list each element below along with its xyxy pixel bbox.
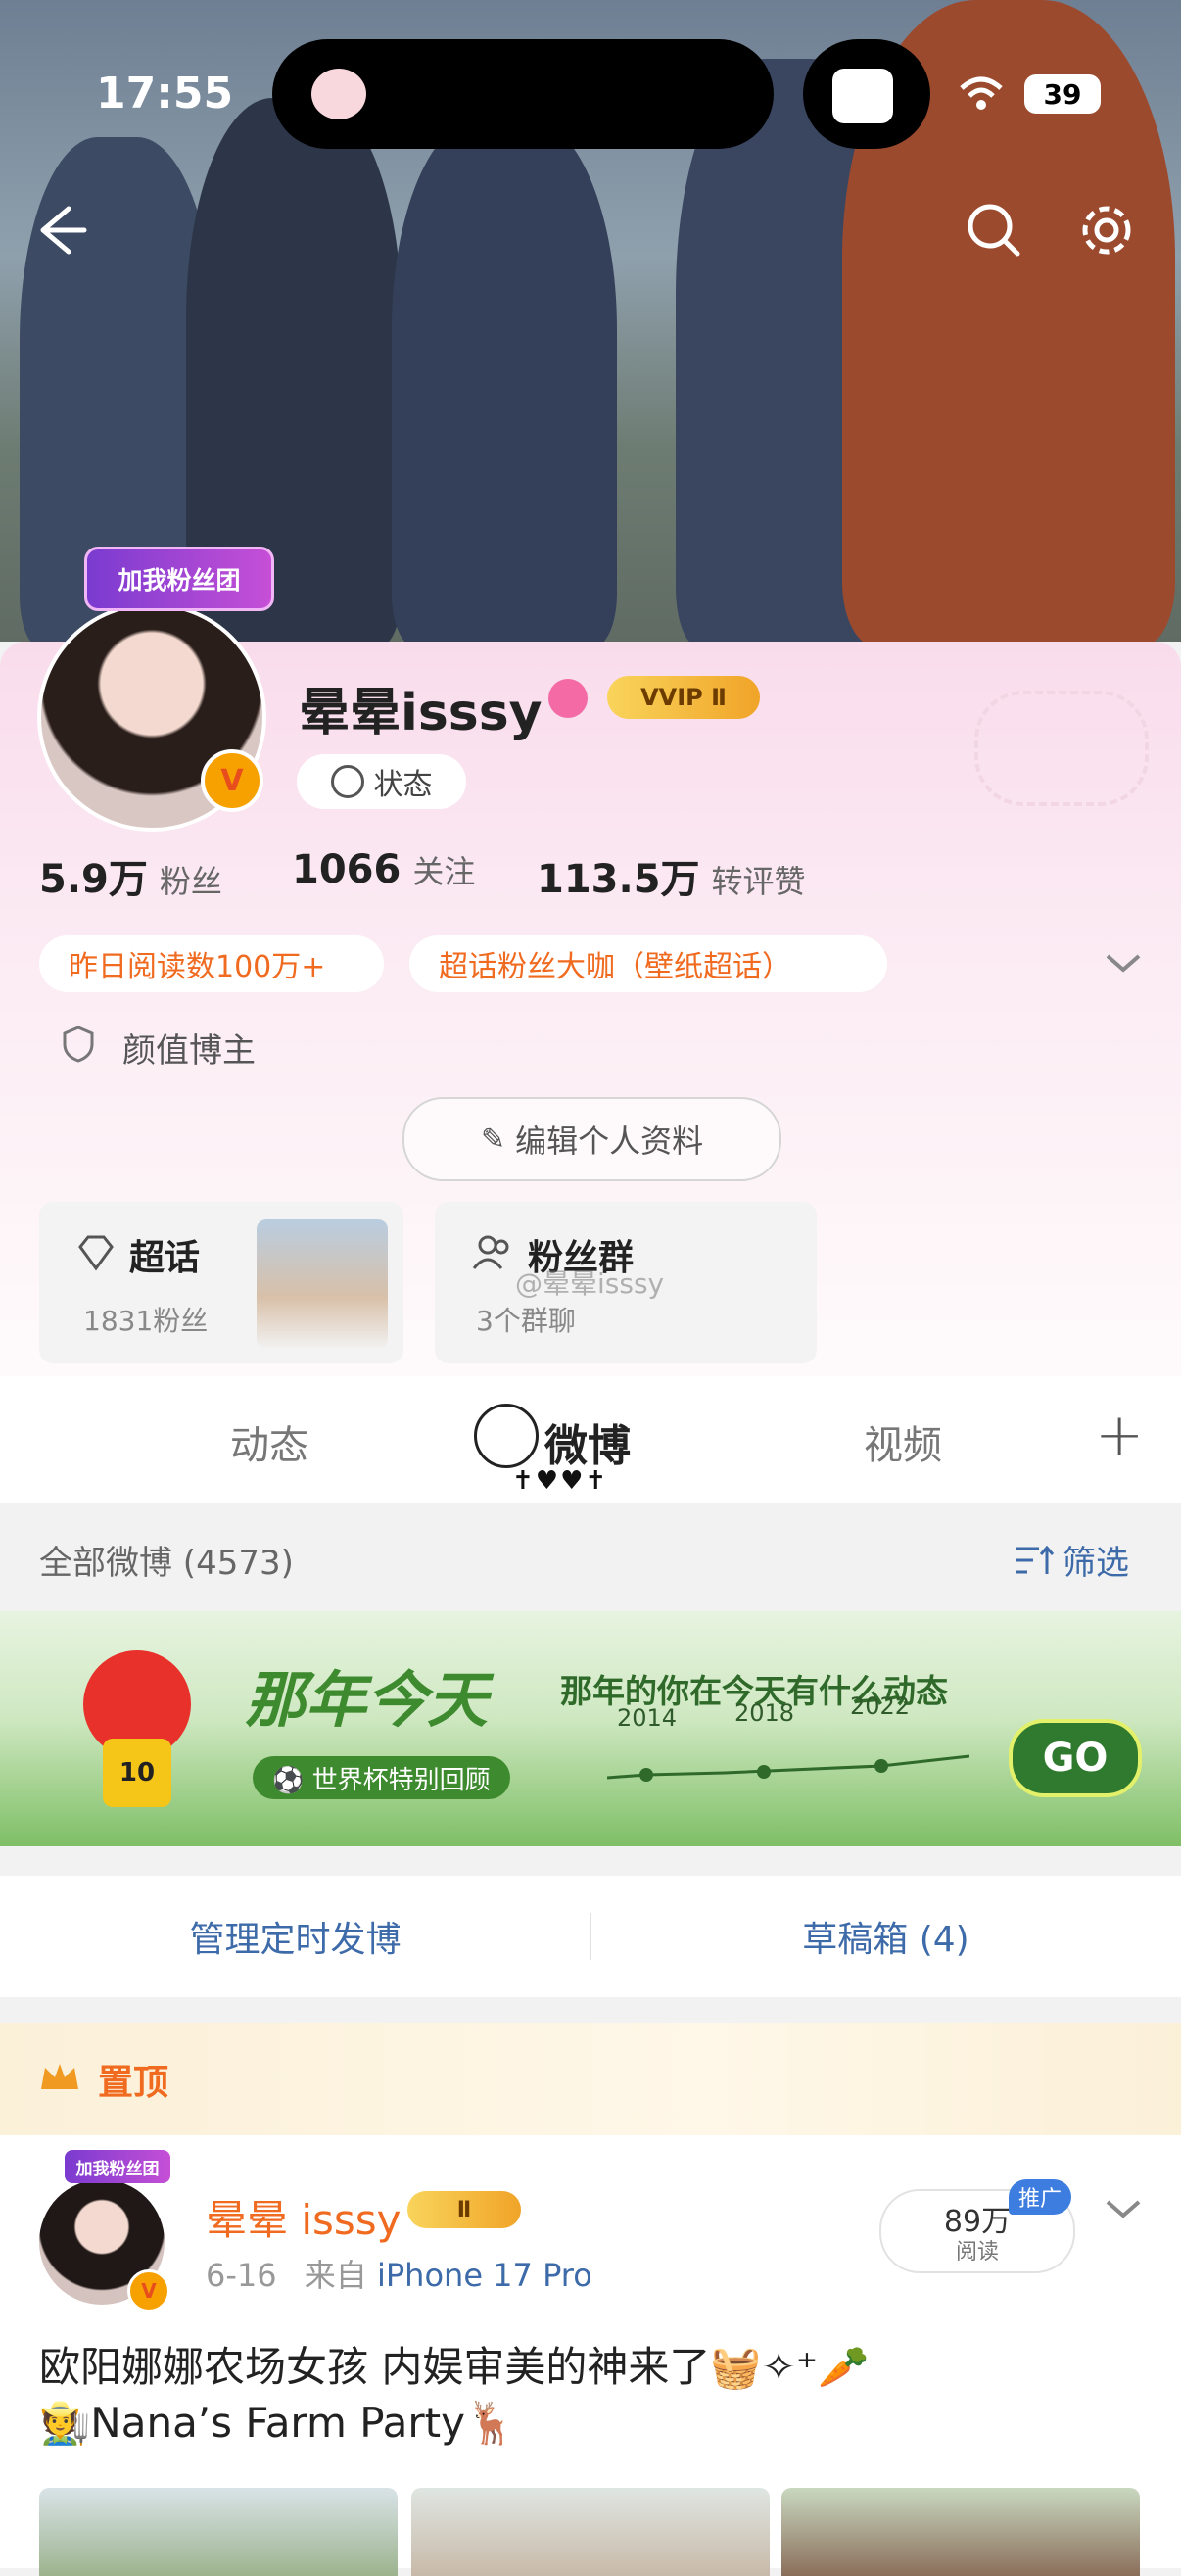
add-tab-icon[interactable]: + [1095,1401,1144,1469]
crown-icon [39,2060,80,2095]
post-image[interactable] [781,2488,1140,2576]
pinned-label: 置顶 [98,2063,169,2103]
smiley-icon [330,765,364,798]
filter-button[interactable]: 筛选 [1063,1536,1129,1584]
wifi-icon [958,76,1005,112]
figure [392,118,617,642]
status-label: 状态 [373,768,433,802]
battery-indicator: 39 [1024,74,1101,114]
read-count-label: 阅读 [955,2240,999,2265]
on-this-day-banner[interactable]: 10 那年今天 那年的你在今天有什么动态 ⚽ 世界杯特别回顾 2014 2018… [0,1611,1181,1846]
post-image[interactable] [39,2488,398,2576]
tab-weibo-label: 微博 [544,1421,631,1471]
list-header: 全部微博 (4573) 筛选 [0,1503,1181,1611]
post-date: 6-16 [206,2257,277,2294]
post-fan-tag: 加我粉丝团 [65,2150,170,2183]
diamond-icon [76,1233,116,1272]
mascot-jersey: 10 [103,1739,171,1807]
edit-profile-button[interactable]: ✎ 编辑个人资料 [402,1097,781,1181]
status-time: 17:55 [96,69,234,119]
username: 晕晕isssy [299,684,543,742]
tab-decoration: ✝♥♥✝ [512,1466,609,1496]
supertopic-thumbnail [257,1219,388,1349]
go-button[interactable]: GO [1009,1719,1142,1797]
fan-group-card[interactable]: 粉丝群 3个群聊 @晕晕isssy [435,1202,817,1363]
fan-group-tag[interactable]: 加我粉丝团 [84,547,274,611]
tab-bar: 动态 微博 ✝♥♥✝ 视频 + [0,1376,1181,1503]
post-vip-badge: Ⅱ [407,2191,521,2228]
tag-reads[interactable]: 昨日阅读数100万+ [39,935,384,992]
stat-value: 1066 [292,847,402,892]
year-2018: 2018 [734,1699,795,1727]
bear-sticker-icon [474,1404,539,1468]
filter-icon[interactable] [1014,1543,1055,1578]
fanclub-icon[interactable] [548,679,588,718]
fan-group-sub: 3个群聊 [476,1305,576,1337]
tab-feed[interactable]: 动态 [230,1413,308,1470]
chevron-down-icon[interactable] [1102,948,1145,978]
stat-value: 5.9万 [39,857,148,902]
stat-following[interactable]: 1066 关注 [292,847,475,892]
pinned-bar: 置顶 [0,2023,1181,2135]
post-text-line2: 🧑‍🌾Nana’s Farm Party🦌 [39,2399,517,2447]
search-icon[interactable] [965,201,1023,260]
post-menu-chevron-icon[interactable] [1102,2194,1145,2223]
year-2022: 2022 [850,1693,911,1720]
group-icon [472,1233,515,1272]
vip-badge[interactable]: VVIP Ⅱ [607,676,760,719]
supertopic-card[interactable]: 超话 1831粉丝 [39,1202,403,1363]
supertopic-sub: 1831粉丝 [83,1305,209,1337]
tab-weibo[interactable]: 微博 [544,1410,631,1473]
stat-engagement[interactable]: 113.5万 转评赞 [537,847,806,904]
post-source[interactable]: iPhone 17 Pro [377,2257,592,2294]
timeline [606,1729,970,1788]
post-text-line1: 欧阳娜娜农场女孩 内娱审美的神来了🧺✧⁺🥕 [39,2343,870,2391]
stat-label: 关注 [412,853,476,890]
promote-badge[interactable]: 推广 [1009,2179,1071,2215]
stat-fans[interactable]: 5.9万 粉丝 [39,847,222,904]
back-arrow-icon[interactable] [29,201,88,260]
app-icon [832,69,893,123]
banner-special: ⚽ 世界杯特别回顾 [253,1756,510,1799]
scheduled-posts-button[interactable]: 管理定时发博 [0,1876,590,1997]
supertopic-title: 超话 [129,1238,201,1278]
post-image[interactable] [411,2488,770,2576]
stat-label: 粉丝 [159,863,222,900]
tag-supertopic[interactable]: 超话粉丝大咖（壁纸超话） [409,935,887,992]
shield-icon [61,1025,96,1064]
tab-video[interactable]: 视频 [864,1413,942,1470]
post-author[interactable]: 晕晕 isssy [206,2187,402,2247]
post-meta: 6-16 来自 iPhone 17 Pro [206,2251,592,2296]
dynamic-island-right [803,39,930,149]
gear-icon[interactable] [1077,201,1136,260]
identity-label: 颜值博主 [122,1031,256,1071]
status-button[interactable]: 状态 [297,754,466,809]
post-source-prefix: 来自 [304,2257,367,2294]
drafts-button[interactable]: 草稿箱 (4) [590,1876,1181,1997]
weibo-count: 全部微博 (4573) [39,1544,294,1583]
post-verified-badge: V [127,2269,170,2313]
stat-label: 转评赞 [711,863,806,900]
year-2014: 2014 [617,1704,678,1732]
heart-decoration-icon [974,691,1149,806]
verified-badge: V [201,749,263,812]
stat-value: 113.5万 [537,857,700,902]
watermark: @晕晕isssy [515,1267,665,1300]
edit-profile-label: 编辑个人资料 [515,1122,704,1160]
paw-icon [311,69,366,119]
banner-title: 那年今天 [245,1664,489,1736]
pinned-post[interactable]: 置顶 加我粉丝团 V 晕晕 isssy Ⅱ 6-16 来自 iPhone 17 … [0,2023,1181,2576]
pencil-icon: ✎ [480,1121,506,1157]
draft-actions-row: 管理定时发博 草稿箱 (4) [0,1876,1181,1997]
